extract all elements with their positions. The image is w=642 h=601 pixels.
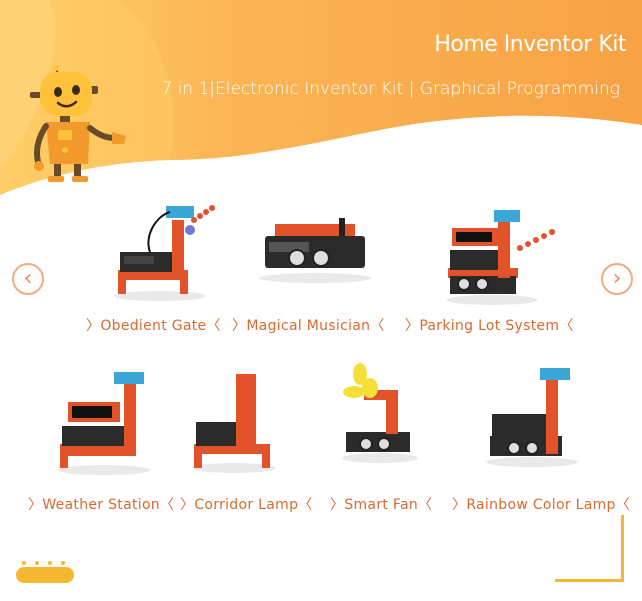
product-image-weather-station[interactable]	[54, 366, 158, 476]
carousel-next-button[interactable]: ›	[601, 263, 633, 295]
product-label-magical-musician[interactable]: 〉Magical Musician〈	[232, 315, 385, 335]
chevron-right-icon: ›	[612, 266, 622, 291]
product-image-corridor-lamp[interactable]	[190, 368, 280, 474]
product-image-obedient-gate[interactable]	[110, 196, 220, 304]
product-label-rainbow-color-lamp[interactable]: 〉Rainbow Color Lamp〈	[452, 494, 630, 514]
product-label-weather-station[interactable]: 〉Weather Station〈	[28, 494, 174, 514]
product-image-smart-fan[interactable]	[340, 362, 420, 464]
product-image-rainbow-color-lamp[interactable]	[484, 362, 584, 468]
carousel-prev-button[interactable]: ‹	[12, 263, 44, 295]
robot-mascot-icon	[30, 66, 126, 182]
product-label-parking-lot-system[interactable]: 〉Parking Lot System〈	[405, 315, 574, 335]
decorative-pill	[16, 567, 74, 583]
product-image-magical-musician[interactable]	[255, 214, 375, 284]
page: Home Inventor Kit 7 in 1|Electronic Inve…	[0, 0, 642, 601]
product-image-parking-lot-system[interactable]	[442, 204, 560, 306]
chevron-left-icon: ‹	[23, 266, 33, 291]
decorative-corner-frame	[555, 515, 624, 582]
hero-title: Home Inventor Kit	[434, 32, 626, 57]
product-label-corridor-lamp[interactable]: 〉Corridor Lamp〈	[180, 494, 313, 514]
hero-subtitle: 7 in 1|Electronic Inventor Kit | Graphic…	[161, 79, 620, 99]
product-label-obedient-gate[interactable]: 〉Obedient Gate〈	[86, 315, 221, 335]
product-label-smart-fan[interactable]: 〉Smart Fan〈	[330, 494, 432, 514]
